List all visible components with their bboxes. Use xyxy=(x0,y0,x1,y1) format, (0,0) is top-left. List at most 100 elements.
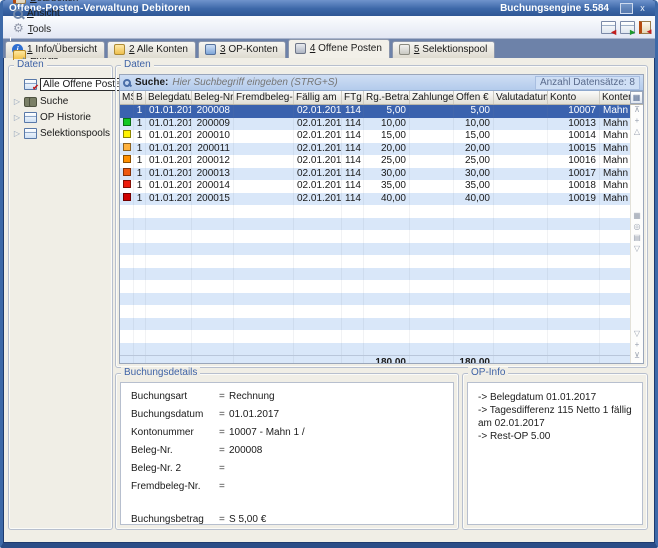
tab-strip: i1 Info/Übersicht2 Alle Konten3 OP-Konte… xyxy=(3,39,655,58)
strip-strip_bottom-icon-2[interactable]: ⊻ xyxy=(634,351,640,361)
search-input[interactable] xyxy=(172,77,531,88)
column-header-valutadatum[interactable]: Valutadatum xyxy=(494,91,548,104)
sidebar-item-op-historie[interactable]: ▷OP Historie xyxy=(11,111,110,124)
cell-empty xyxy=(454,205,494,218)
cell-empty xyxy=(454,230,494,243)
tab-selektionspool[interactable]: 5 Selektionspool xyxy=(392,41,495,58)
cell-empty xyxy=(548,243,600,256)
menu-item-nsicht[interactable]: Ansicht xyxy=(7,6,84,21)
detail-label: Kontonummer xyxy=(131,427,219,438)
cell-empty xyxy=(192,293,234,306)
cell-ms xyxy=(120,180,134,193)
column-header-ms[interactable]: MS xyxy=(120,91,134,104)
cell-empty xyxy=(234,280,294,293)
import-grid-icon[interactable] xyxy=(620,21,635,34)
table-row[interactable]: 101.01.201720001102.01.201711420,0020,00… xyxy=(120,143,630,156)
content-area: Daten Alle Offene Posten▷Suche▷OP Histor… xyxy=(6,60,652,538)
cell-belegdatum: 01.01.2017 xyxy=(146,168,192,181)
cell-empty xyxy=(342,243,364,256)
table-row[interactable]: 101.01.201720001502.01.201711440,0040,00… xyxy=(120,193,630,206)
export-grid-icon[interactable] xyxy=(601,21,616,34)
cell-konto: 10018 xyxy=(548,180,600,193)
column-header-belegnr[interactable]: Beleg-Nr. xyxy=(192,91,234,104)
restore-icon[interactable] xyxy=(620,3,633,14)
cell-empty xyxy=(454,330,494,343)
sidebar-item-selektionspools[interactable]: ▷Selektionspools xyxy=(11,127,110,140)
strip-strip_mid-icon-1[interactable]: ◎ xyxy=(634,222,641,232)
cell-empty xyxy=(234,230,294,243)
menu-item-ools[interactable]: ⚙Tools xyxy=(7,21,84,37)
table-row[interactable]: 101.01.201720001002.01.201711415,0015,00… xyxy=(120,130,630,143)
column-header-b[interactable]: B xyxy=(134,91,146,104)
cell-b: 1 xyxy=(134,193,146,206)
detail-value: 10007 - Mahn 1 / xyxy=(229,427,447,438)
strip-strip_top-icon-2[interactable]: △ xyxy=(634,127,640,137)
total-beleg_nr xyxy=(192,356,234,363)
sidebar-item-alle-offene-posten[interactable]: Alle Offene Posten xyxy=(11,77,110,92)
tab-op-konten[interactable]: 3 OP-Konten xyxy=(198,41,286,58)
cell-valutadatum xyxy=(494,193,548,206)
mahnstufe-color-icon xyxy=(123,168,131,176)
table-row[interactable]: 101.01.201720000802.01.20171145,005,0010… xyxy=(120,105,630,118)
cell-empty xyxy=(146,330,192,343)
close-icon[interactable]: x xyxy=(636,3,649,14)
total-fremdbeleg_nr xyxy=(234,356,294,363)
cell-empty xyxy=(364,243,410,256)
cell-empty xyxy=(134,280,146,293)
strip-strip_top-icon-0[interactable]: ⊼ xyxy=(634,105,640,115)
cell-valutadatum xyxy=(494,143,548,156)
column-header-offen[interactable]: Offen € xyxy=(454,91,494,104)
mahnstufe-color-icon xyxy=(123,193,131,201)
cell-ftg: 114 xyxy=(342,143,364,156)
cell-konto: 10013 xyxy=(548,118,600,131)
cell-valutadatum xyxy=(494,180,548,193)
tree-expander-icon[interactable]: ▷ xyxy=(13,97,21,106)
cell-faellig_am: 02.01.2017 xyxy=(294,155,342,168)
exit-icon[interactable] xyxy=(639,21,651,34)
cell-b: 1 xyxy=(134,143,146,156)
cell-empty xyxy=(494,268,548,281)
cell-ftg: 114 xyxy=(342,155,364,168)
strip-strip_top-icon-1[interactable]: + xyxy=(635,116,640,126)
op-info-line: -> Rest-OP 5.00 xyxy=(478,430,636,443)
op-info-line: -> Tagesdifferenz 115 Netto 1 fällig am … xyxy=(478,404,636,430)
detail-field: Beleg-Nr.=200008 xyxy=(131,445,447,456)
cell-valutadatum xyxy=(494,130,548,143)
cell-empty xyxy=(364,318,410,331)
strip-strip_bottom-icon-1[interactable]: + xyxy=(635,340,640,350)
detail-field: Buchungsbetrag=S 5,00 € xyxy=(131,514,447,525)
detail-label: Buchungsdatum xyxy=(131,409,219,420)
strip-strip_mid-icon-0[interactable]: ▦ xyxy=(633,211,641,221)
table-row[interactable]: 101.01.201720001402.01.201711435,0035,00… xyxy=(120,180,630,193)
detail-field: Kontonummer=10007 - Mahn 1 / xyxy=(131,427,447,438)
strip-strip_bottom-icon-0[interactable]: ▽ xyxy=(634,329,640,339)
table-row[interactable]: 101.01.201720000902.01.201711410,0010,00… xyxy=(120,118,630,131)
cell-empty xyxy=(234,305,294,318)
column-header-ftg[interactable]: FTg xyxy=(342,91,364,104)
column-header-zahlungen[interactable]: Zahlungen € xyxy=(410,91,454,104)
table-row[interactable]: 101.01.201720001202.01.201711425,0025,00… xyxy=(120,155,630,168)
table-chooser-icon[interactable]: ▦ xyxy=(630,91,643,104)
tab-label: 2 Alle Konten xyxy=(129,44,188,55)
empty-row xyxy=(120,243,630,256)
buchungsdetails-panel: Buchungsart=RechnungBuchungsdatum=01.01.… xyxy=(120,382,454,525)
column-header-rgbetrag[interactable]: Rg.-Betrag € xyxy=(364,91,410,104)
cell-empty xyxy=(294,293,342,306)
cell-empty xyxy=(364,330,410,343)
tree-expander-icon[interactable]: ▷ xyxy=(13,129,21,138)
tab-alle-konten[interactable]: 2 Alle Konten xyxy=(107,41,196,58)
totals-row: 180,00180,00 xyxy=(120,355,630,363)
column-header-belegdatum[interactable]: Belegdatum xyxy=(146,91,192,104)
column-header-konto[interactable]: Konto xyxy=(548,91,600,104)
strip-strip_mid-icon-3[interactable]: ▽ xyxy=(634,244,640,254)
strip-strip_mid-icon-2[interactable]: ▤ xyxy=(633,233,641,243)
tree-expander-icon[interactable]: ▷ xyxy=(13,113,21,122)
cell-empty xyxy=(134,343,146,356)
column-header-flligam[interactable]: Fällig am xyxy=(294,91,342,104)
table-row[interactable]: 101.01.201720001302.01.201711430,0030,00… xyxy=(120,168,630,181)
column-header-fremdbelegnr[interactable]: Fremdbeleg-Nr. xyxy=(234,91,294,104)
sidebar-item-suche[interactable]: ▷Suche xyxy=(11,95,110,108)
tab-offene-posten[interactable]: 4 Offene Posten xyxy=(288,39,390,58)
app-window: Offene-Posten-Verwaltung Debitoren Buchu… xyxy=(0,0,658,548)
cell-empty xyxy=(134,218,146,231)
